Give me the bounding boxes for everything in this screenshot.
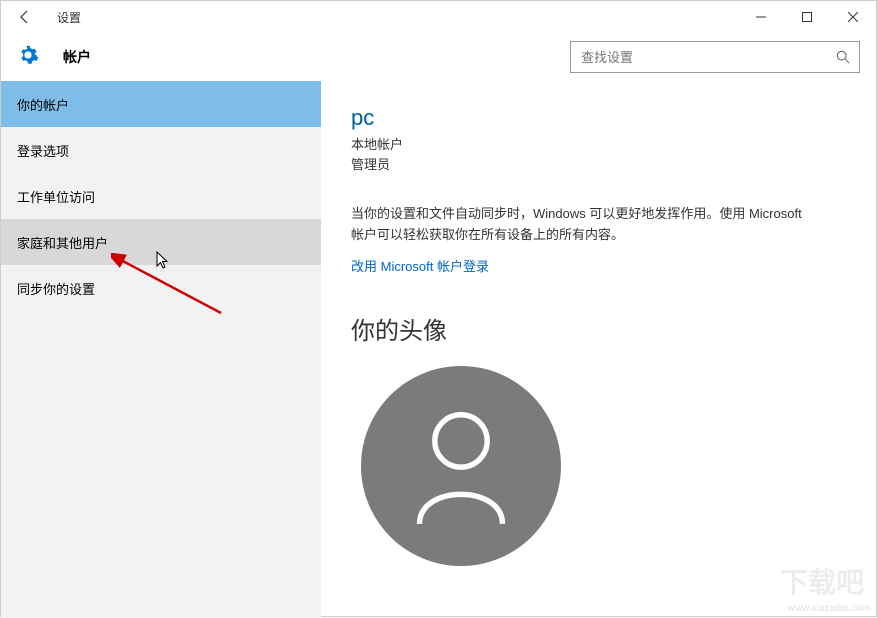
account-type: 本地帐户: [351, 135, 846, 155]
maximize-button[interactable]: [784, 1, 830, 33]
sidebar-item-your-account[interactable]: 你的帐户: [1, 81, 321, 127]
sidebar-item-sync-settings[interactable]: 同步你的设置: [1, 265, 321, 311]
watermark-logo-icon: 下载吧: [780, 562, 870, 602]
sync-message: 当你的设置和文件自动同步时，Windows 可以更好地发挥作用。使用 Micro…: [351, 204, 811, 246]
avatar-heading: 你的头像: [351, 311, 846, 346]
sidebar-item-label: 家庭和其他用户: [17, 233, 108, 252]
sidebar: 你的帐户 登录选项 工作单位访问 家庭和其他用户 同步你的设置: [1, 81, 321, 618]
body: 你的帐户 登录选项 工作单位访问 家庭和其他用户 同步你的设置 pc 本地帐户 …: [1, 81, 876, 618]
account-role: 管理员: [351, 155, 846, 175]
gear-icon[interactable]: [17, 44, 39, 71]
sidebar-item-signin-options[interactable]: 登录选项: [1, 127, 321, 173]
use-microsoft-account-link[interactable]: 改用 Microsoft 帐户登录: [351, 256, 489, 275]
username: pc: [351, 105, 846, 131]
sidebar-item-work-access[interactable]: 工作单位访问: [1, 173, 321, 219]
back-button[interactable]: [1, 1, 49, 33]
close-button[interactable]: [830, 1, 876, 33]
header-title: 帐户: [63, 47, 91, 67]
sidebar-item-family-other-users[interactable]: 家庭和其他用户: [1, 219, 321, 265]
header: 帐户: [1, 33, 876, 81]
window-title: 设置: [49, 9, 81, 26]
sidebar-item-label: 同步你的设置: [17, 279, 95, 298]
sidebar-item-label: 登录选项: [17, 141, 69, 160]
search-box[interactable]: [570, 41, 860, 73]
window-controls: [738, 1, 876, 33]
titlebar: 设置: [1, 1, 876, 33]
watermark-text: www.xiazaiba.com: [788, 603, 870, 614]
content: pc 本地帐户 管理员 当你的设置和文件自动同步时，Windows 可以更好地发…: [321, 81, 876, 618]
sidebar-item-label: 工作单位访问: [17, 187, 95, 206]
minimize-button[interactable]: [738, 1, 784, 33]
avatar: [361, 366, 561, 566]
sidebar-item-label: 你的帐户: [17, 95, 69, 114]
search-input[interactable]: [571, 50, 827, 65]
search-icon[interactable]: [827, 50, 859, 64]
person-icon: [406, 406, 516, 526]
svg-text:下载吧: 下载吧: [780, 567, 864, 598]
